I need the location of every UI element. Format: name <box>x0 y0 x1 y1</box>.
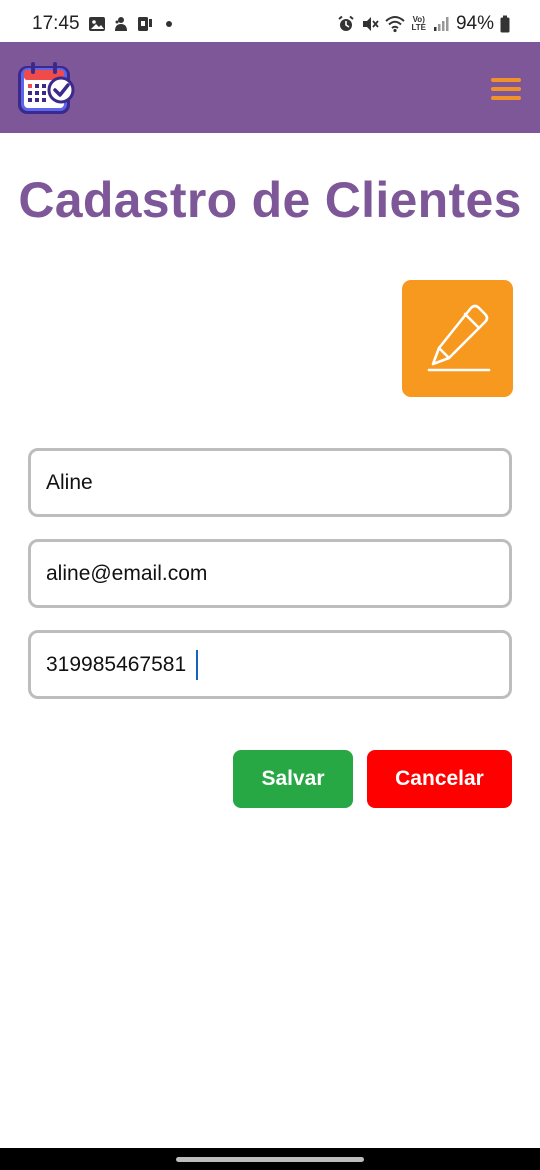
pencil-icon <box>427 304 490 371</box>
email-input[interactable] <box>28 539 512 608</box>
lte-icon: Vo) LTE <box>411 15 426 32</box>
app-header <box>0 42 540 133</box>
notification-icon <box>115 17 127 31</box>
page-title: Cadastro de Clientes <box>18 172 522 228</box>
status-left-icons <box>88 14 172 34</box>
battery-percent: 94% <box>455 13 494 34</box>
system-nav-bar <box>0 1148 540 1170</box>
edit-button[interactable] <box>402 280 513 397</box>
cancel-button[interactable]: Cancelar <box>367 750 512 808</box>
save-button[interactable]: Salvar <box>233 750 353 808</box>
status-bar: 17:45 Vo) LTE 94% <box>0 0 540 42</box>
signal-icon <box>433 17 449 31</box>
wifi-icon <box>385 16 406 33</box>
battery-icon <box>500 15 510 33</box>
status-time: 17:45 <box>32 13 80 34</box>
status-right-icons: Vo) LTE 94% <box>337 13 510 35</box>
text-cursor <box>196 650 198 680</box>
name-input[interactable] <box>28 448 512 517</box>
status-dot <box>166 21 172 27</box>
home-gesture-bar[interactable] <box>176 1157 364 1162</box>
calendar-check-icon[interactable] <box>17 60 75 116</box>
phone-input[interactable] <box>28 630 512 699</box>
gallery-icon <box>89 17 105 31</box>
sim-icon <box>138 17 152 31</box>
mute-icon <box>363 17 380 31</box>
alarm-icon <box>338 15 355 31</box>
hamburger-menu-icon[interactable] <box>489 78 521 100</box>
